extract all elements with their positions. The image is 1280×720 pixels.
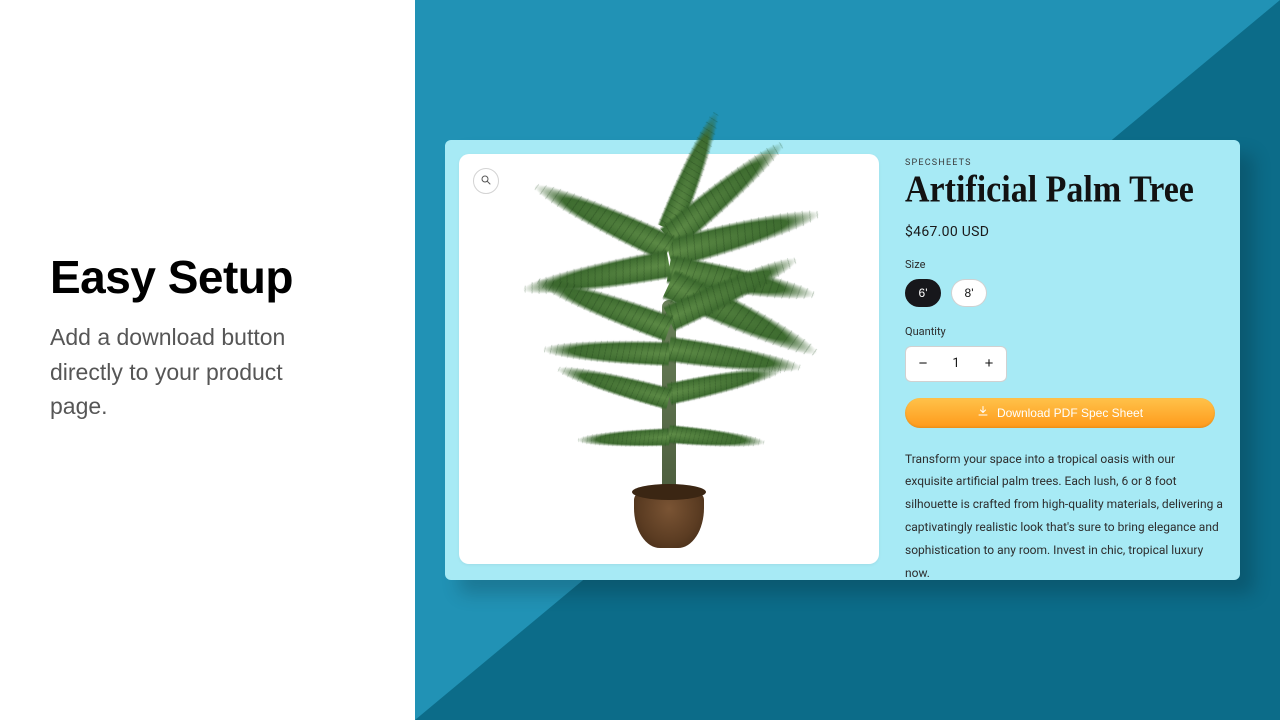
size-option-6ft[interactable]: 6' <box>905 279 941 307</box>
download-spec-button[interactable]: Download PDF Spec Sheet <box>905 398 1215 428</box>
zoom-icon <box>480 174 492 189</box>
product-description: Transform your space into a tropical oas… <box>905 448 1225 585</box>
quantity-value: 1 <box>940 356 972 371</box>
size-options: 6' 8' <box>905 279 1226 307</box>
product-price: $467.00 USD <box>905 224 1226 240</box>
product-image-panel <box>459 154 879 564</box>
product-details: SPECSHEETS Artificial Palm Tree $467.00 … <box>905 154 1226 566</box>
product-title: Artificial Palm Tree <box>905 170 1226 210</box>
hero-backdrop: SPECSHEETS Artificial Palm Tree $467.00 … <box>415 0 1280 720</box>
download-icon <box>977 405 989 420</box>
product-image <box>529 184 809 564</box>
product-overline: SPECSHEETS <box>905 158 1226 168</box>
zoom-button[interactable] <box>473 168 499 194</box>
quantity-increment[interactable]: + <box>972 347 1006 381</box>
download-label: Download PDF Spec Sheet <box>997 406 1143 420</box>
size-label: Size <box>905 258 1226 271</box>
marketing-panel: Easy Setup Add a download button directl… <box>0 0 415 720</box>
product-card: SPECSHEETS Artificial Palm Tree $467.00 … <box>445 140 1240 580</box>
marketing-subtext: Add a download button directly to your p… <box>50 320 330 424</box>
marketing-headline: Easy Setup <box>50 250 375 304</box>
size-option-8ft[interactable]: 8' <box>951 279 987 307</box>
quantity-stepper: − 1 + <box>905 346 1007 382</box>
quantity-label: Quantity <box>905 325 1226 338</box>
quantity-decrement[interactable]: − <box>906 347 940 381</box>
